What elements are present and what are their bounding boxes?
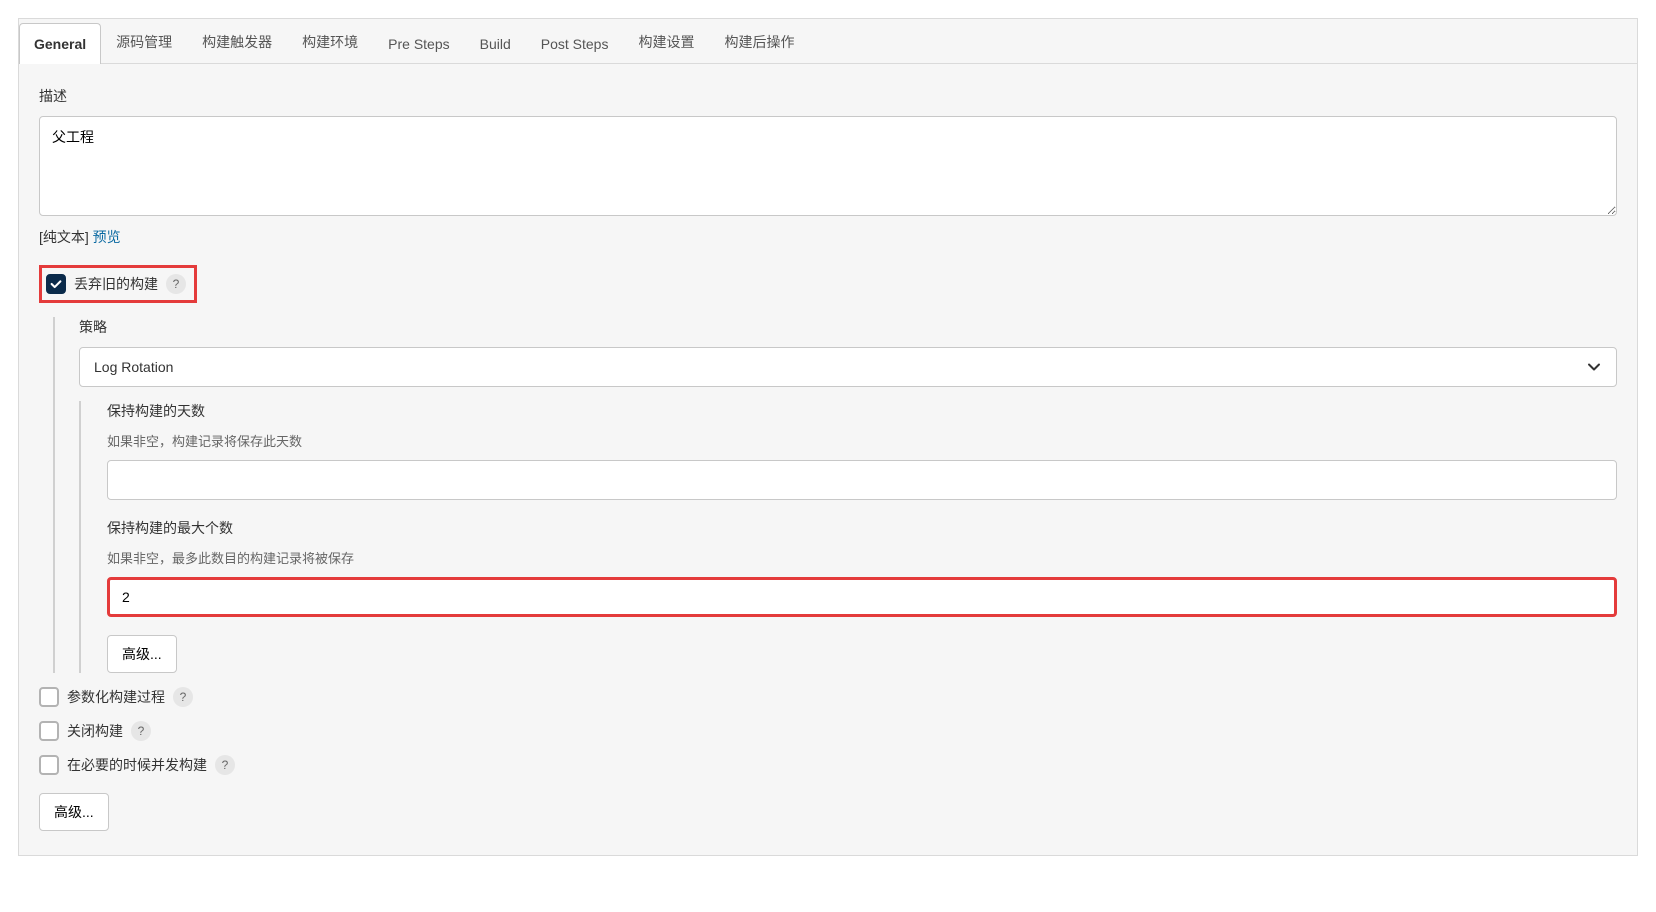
tab-pre-steps[interactable]: Pre Steps	[373, 23, 464, 64]
param-build-help-icon[interactable]: ?	[173, 687, 193, 707]
param-build-row: 参数化构建过程 ?	[39, 687, 1617, 707]
tab-build[interactable]: Build	[465, 23, 526, 64]
param-build-checkbox[interactable]	[39, 687, 59, 707]
advanced-button-bottom[interactable]: 高级...	[39, 793, 109, 831]
keep-days-input[interactable]	[107, 460, 1617, 500]
disable-build-row: 关闭构建 ?	[39, 721, 1617, 741]
tab-env[interactable]: 构建环境	[287, 19, 373, 64]
config-panel: General 源码管理 构建触发器 构建环境 Pre Steps Build …	[18, 18, 1638, 856]
check-icon	[49, 277, 63, 291]
keep-max-input[interactable]	[107, 577, 1617, 617]
advanced-block-inner: 高级...	[107, 635, 1617, 673]
discard-help-icon[interactable]: ?	[166, 274, 186, 294]
param-build-label: 参数化构建过程	[67, 687, 165, 707]
strategy-label: 策略	[79, 317, 1617, 337]
advanced-block-bottom: 高级...	[39, 793, 1617, 831]
disable-build-label: 关闭构建	[67, 721, 123, 741]
plain-text-prefix: [纯文本]	[39, 229, 93, 245]
discard-nested: 策略 Log Rotation 保持构建的天数 如果非空，构建记录将保存此天数 …	[53, 317, 1617, 673]
keep-max-help: 如果非空，最多此数目的构建记录将被保存	[107, 548, 1617, 567]
discard-old-builds-checkbox[interactable]	[46, 274, 66, 294]
disable-build-help-icon[interactable]: ?	[131, 721, 151, 741]
preview-link[interactable]: 预览	[93, 229, 121, 245]
tab-scm[interactable]: 源码管理	[101, 19, 187, 64]
concurrent-build-help-icon[interactable]: ?	[215, 755, 235, 775]
tab-post-steps[interactable]: Post Steps	[526, 23, 624, 64]
keep-days-label: 保持构建的天数	[107, 401, 1617, 421]
strategy-select-wrap: Log Rotation	[79, 347, 1617, 387]
concurrent-build-label: 在必要的时候并发构建	[67, 755, 207, 775]
tab-post-actions[interactable]: 构建后操作	[709, 19, 809, 64]
chevron-down-icon	[1586, 359, 1602, 375]
strategy-inner: 保持构建的天数 如果非空，构建记录将保存此天数 保持构建的最大个数 如果非空，最…	[79, 401, 1617, 673]
concurrent-build-row: 在必要的时候并发构建 ?	[39, 755, 1617, 775]
keep-days-block: 保持构建的天数 如果非空，构建记录将保存此天数	[107, 401, 1617, 500]
description-textarea[interactable]: 父工程	[39, 116, 1617, 216]
discard-old-builds-row: 丢弃旧的构建 ?	[39, 265, 197, 303]
description-block: 描述 父工程 [纯文本] 预览	[39, 86, 1617, 247]
description-format-note: [纯文本] 预览	[39, 227, 1617, 247]
advanced-button-inner[interactable]: 高级...	[107, 635, 177, 673]
discard-old-builds-label: 丢弃旧的构建	[74, 274, 158, 294]
keep-max-block: 保持构建的最大个数 如果非空，最多此数目的构建记录将被保存	[107, 518, 1617, 617]
tab-build-settings[interactable]: 构建设置	[623, 19, 709, 64]
tab-triggers[interactable]: 构建触发器	[187, 19, 287, 64]
bottom-options: 参数化构建过程 ? 关闭构建 ? 在必要的时候并发构建 ?	[39, 687, 1617, 775]
tab-general[interactable]: General	[19, 23, 101, 64]
tab-bar: General 源码管理 构建触发器 构建环境 Pre Steps Build …	[19, 19, 1637, 64]
tab-content: 描述 父工程 [纯文本] 预览 丢弃旧的构建 ? 策略 Log Rotation	[19, 64, 1637, 855]
description-label: 描述	[39, 86, 1617, 106]
strategy-select[interactable]: Log Rotation	[79, 347, 1617, 387]
keep-days-help: 如果非空，构建记录将保存此天数	[107, 431, 1617, 450]
strategy-selected-value: Log Rotation	[94, 359, 173, 375]
concurrent-build-checkbox[interactable]	[39, 755, 59, 775]
keep-max-label: 保持构建的最大个数	[107, 518, 1617, 538]
disable-build-checkbox[interactable]	[39, 721, 59, 741]
